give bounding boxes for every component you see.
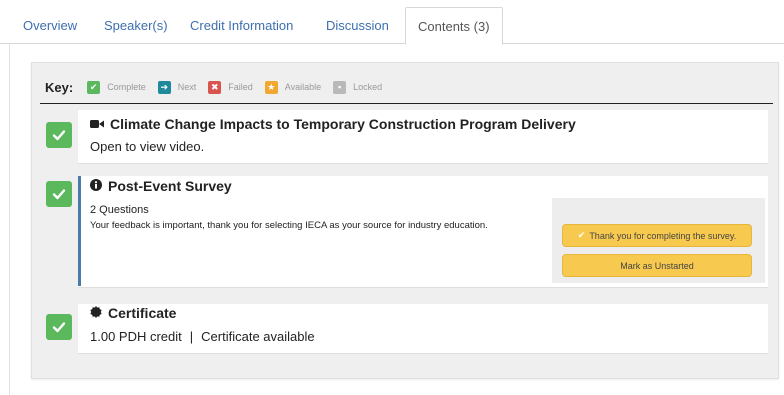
item-title[interactable]: Certificate: [90, 305, 176, 321]
item-title[interactable]: Climate Change Impacts to Temporary Cons…: [90, 116, 576, 132]
key-label: Available: [284, 82, 322, 92]
item-title-text: Certificate: [108, 305, 177, 321]
locked-icon: ▪: [333, 80, 347, 94]
certificate-info: 1.00 PDH credit | Certificate available: [90, 329, 315, 344]
survey-complete-label: Thank you for completing the survey.: [589, 230, 737, 241]
next-icon: ➔: [157, 80, 171, 94]
survey-actions: ✔ Thank you for completing the survey. M…: [552, 198, 765, 283]
content-item-survey[interactable]: Post-Event Survey 2 Questions Your feedb…: [46, 176, 768, 288]
active-item-bar: [78, 176, 81, 286]
content-left-border: [9, 44, 10, 395]
key-label: Locked: [353, 82, 383, 92]
item-title[interactable]: Post-Event Survey: [90, 178, 232, 194]
mark-unstarted-button[interactable]: Mark as Unstarted: [562, 254, 752, 277]
certificate-icon: [90, 305, 102, 321]
item-title-text: Climate Change Impacts to Temporary Cons…: [110, 116, 576, 132]
complete-status-icon: [46, 314, 72, 340]
key-title: Key:: [45, 79, 74, 95]
failed-icon: ✖: [208, 80, 222, 94]
credit-amount: 1.00 PDH credit: [90, 329, 182, 344]
tab-contents[interactable]: Contents (3): [405, 7, 503, 45]
certificate-status: Certificate available: [201, 329, 315, 344]
key-item-available: ★ Available: [264, 80, 322, 94]
separator: |: [189, 329, 194, 344]
item-title-text: Post-Event Survey: [108, 178, 232, 194]
key-label: Next: [177, 82, 197, 92]
survey-description: Your feedback is important, thank you fo…: [90, 220, 488, 231]
info-icon: [90, 178, 102, 194]
video-camera-icon: [90, 116, 104, 132]
survey-complete-button[interactable]: ✔ Thank you for completing the survey.: [562, 224, 752, 247]
complete-status-icon: [46, 181, 72, 207]
key-label: Failed: [228, 82, 253, 92]
item-subtitle: Open to view video.: [90, 139, 205, 154]
status-key: Key: ✔ Complete ➔ Next ✖ Failed ★ Availa…: [45, 78, 394, 96]
content-item-video[interactable]: Climate Change Impacts to Temporary Cons…: [46, 110, 768, 164]
tab-discussion[interactable]: Discussion: [326, 18, 389, 33]
tab-speakers[interactable]: Speaker(s): [104, 18, 168, 33]
key-item-failed: ✖ Failed: [208, 80, 253, 94]
check-icon: ✔: [577, 230, 586, 240]
tab-bar: Overview Speaker(s) Credit Information D…: [0, 0, 784, 45]
key-item-locked: ▪ Locked: [333, 80, 383, 94]
complete-status-icon: [46, 122, 72, 148]
available-icon: ★: [264, 80, 278, 94]
content-item-certificate[interactable]: Certificate 1.00 PDH credit | Certificate …: [46, 304, 768, 354]
contents-panel: Key: ✔ Complete ➔ Next ✖ Failed ★ Availa…: [31, 62, 779, 379]
key-label: Complete: [107, 82, 146, 92]
tab-overview[interactable]: Overview: [23, 18, 77, 33]
complete-icon: ✔: [87, 80, 101, 94]
key-divider: [40, 103, 773, 104]
key-item-next: ➔ Next: [157, 80, 197, 94]
key-item-complete: ✔ Complete: [87, 80, 146, 94]
tab-credit-information[interactable]: Credit Information: [190, 18, 293, 33]
question-count: 2 Questions: [90, 204, 149, 216]
